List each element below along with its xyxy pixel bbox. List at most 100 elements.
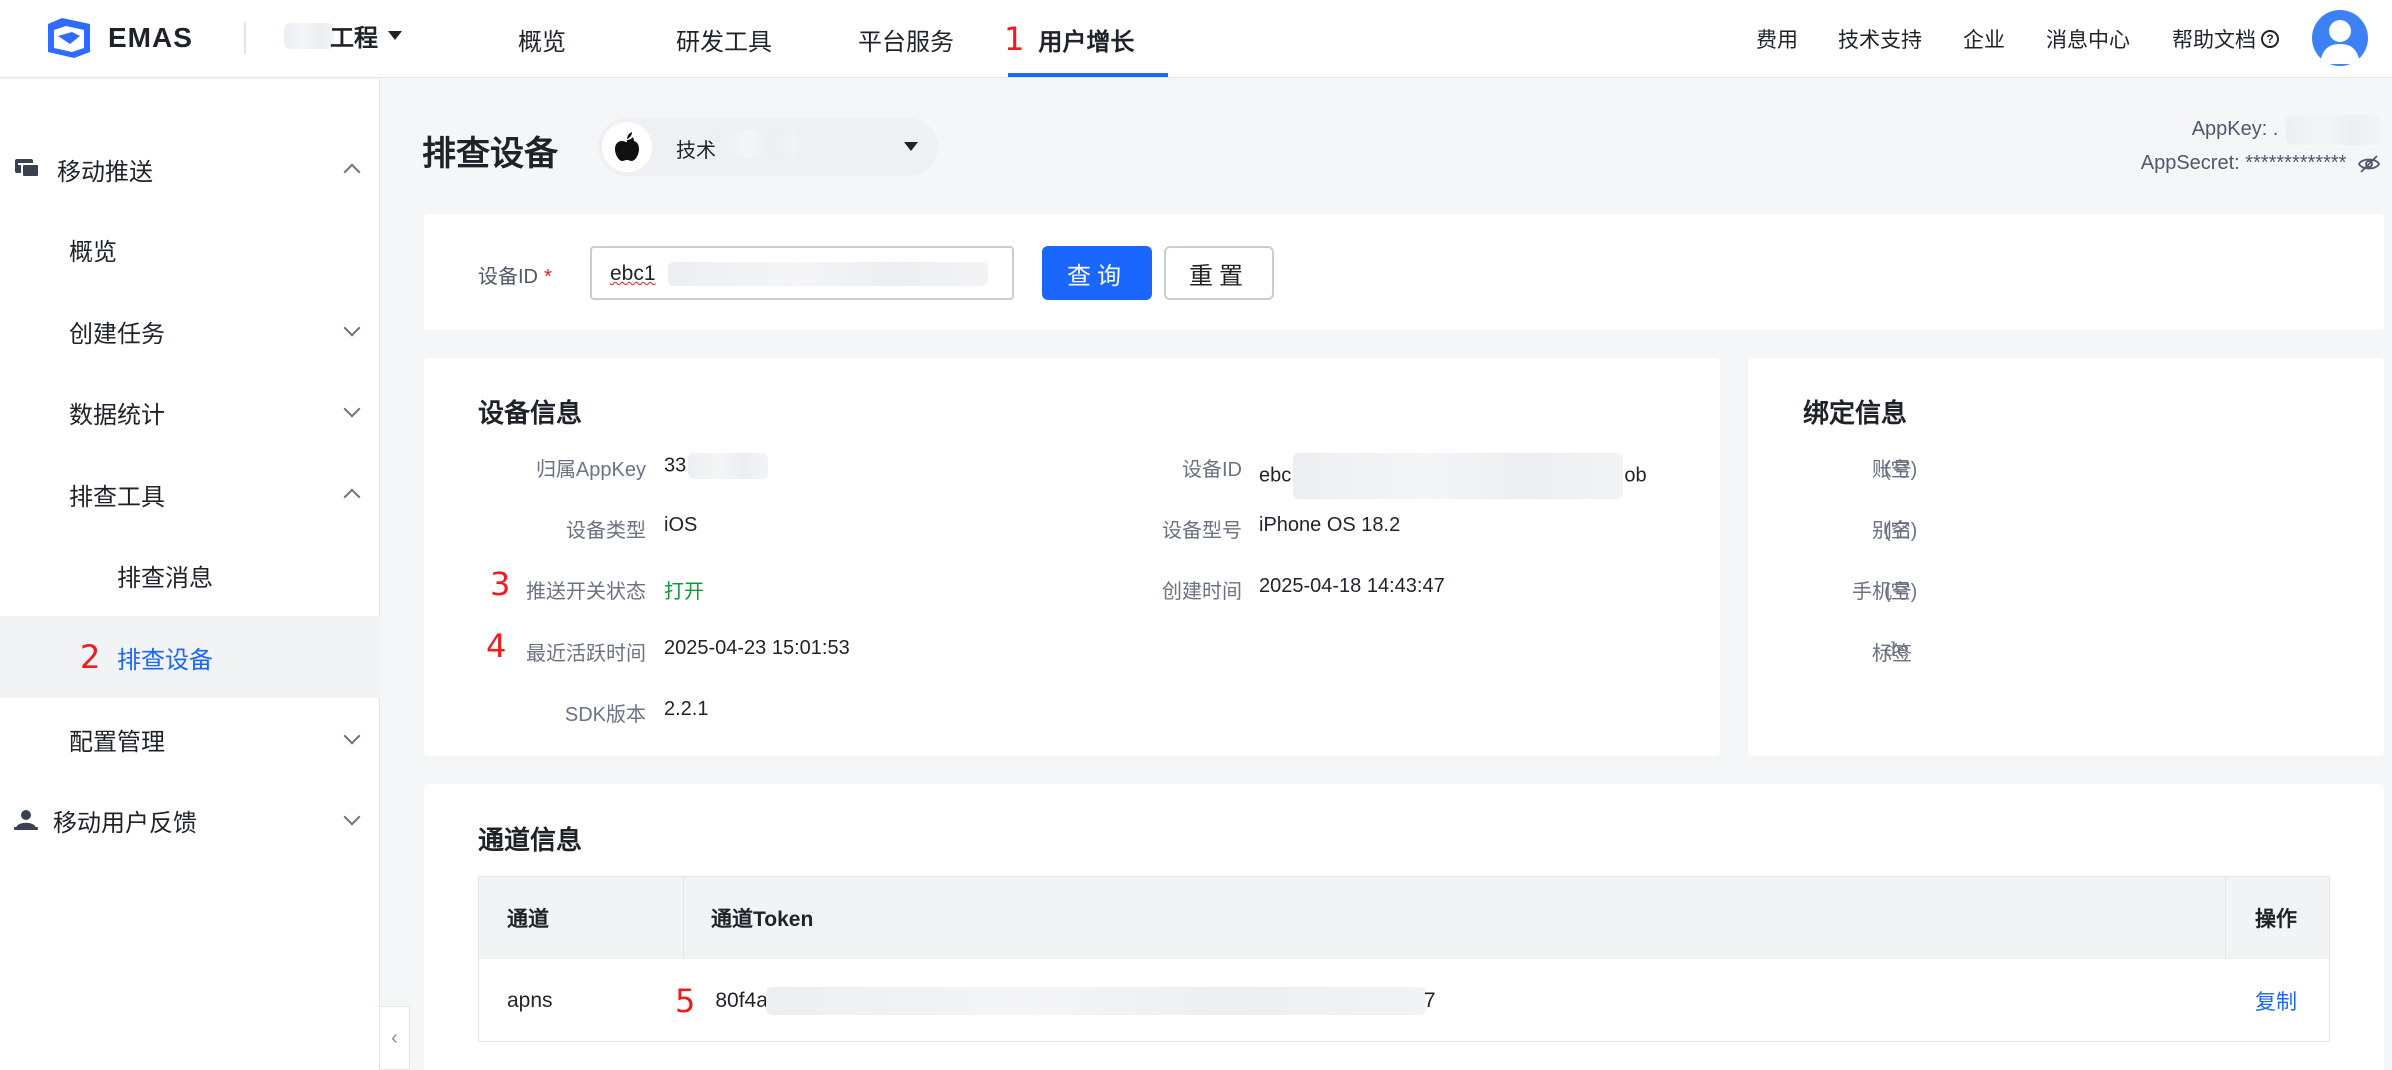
field-label: 归属AppKey <box>535 459 646 481</box>
push-status-value: 打开 <box>664 581 704 603</box>
alias-value: (空) <box>1884 520 1918 542</box>
phone-value: (空) <box>1884 581 1918 603</box>
last-active-value: 2025-04-23 15:01:53 <box>664 637 850 659</box>
sidebar-item-create-task[interactable]: 创建任务 <box>0 290 380 372</box>
nav-label: 平台服务 <box>858 28 954 56</box>
appkey-value: 33 <box>664 453 768 479</box>
chevron-up-icon <box>343 488 361 506</box>
sidebar-group-mobile-feedback[interactable]: 移动用户反馈 <box>0 779 380 861</box>
annotation-marker: 2 <box>80 638 101 676</box>
account-value: (空) <box>1884 459 1918 481</box>
redacted-text <box>765 987 1426 1015</box>
sidebar-collapse-button[interactable]: ‹ <box>380 1006 410 1070</box>
user-avatar-icon <box>2320 20 2360 64</box>
chevron-up-icon <box>343 163 361 181</box>
appkey-row: AppKey: . <box>2141 112 2380 146</box>
redacted-text <box>284 22 334 49</box>
redacted-text <box>716 130 796 158</box>
label-text: 推送开关状态 <box>526 581 646 603</box>
top-divider <box>244 22 246 54</box>
reset-button[interactable]: 重置 <box>1164 246 1274 300</box>
sidebar: 移动推送 概览 创建任务 数据统计 排查工具 排查消息 2 排查设备 配置管理 … <box>0 79 380 1070</box>
nav-label: 研发工具 <box>676 28 772 56</box>
sidebar-item-config-management[interactable]: 配置管理 <box>0 698 380 780</box>
link-label: 消息中心 <box>2046 29 2130 52</box>
device-id-value: ebc ob <box>1259 453 1647 499</box>
appkey-label: AppKey: . <box>2191 118 2279 140</box>
binding-info-title: 绑定信息 <box>1803 398 1908 428</box>
link-help-docs[interactable]: 帮助文档 ? <box>2172 0 2279 78</box>
copy-link[interactable]: 复制 <box>2255 959 2297 1043</box>
push-message-icon <box>15 159 40 178</box>
token-text: 80f4a <box>715 989 768 1012</box>
sidebar-item-troubleshoot-device[interactable]: 2 排查设备 <box>0 616 380 698</box>
push-status-label: 3 推送开关状态 <box>460 565 646 604</box>
caret-down-icon <box>904 142 918 151</box>
sidebar-item-label: 创建任务 <box>69 320 165 348</box>
avatar[interactable] <box>2312 10 2368 66</box>
chevron-down-icon <box>343 400 361 418</box>
column-header-token: 通道Token <box>711 908 814 931</box>
project-switcher[interactable]: 工程 <box>284 18 402 53</box>
annotation-marker: 3 <box>490 565 511 603</box>
sidebar-item-label: 移动推送 <box>57 158 153 186</box>
sidebar-item-troubleshoot-tools[interactable]: 排查工具 <box>0 453 380 535</box>
label-text: 设备ID <box>478 266 538 288</box>
input-value: ebc1 <box>610 262 656 285</box>
value-text: ob <box>1624 464 1647 487</box>
link-label: 技术支持 <box>1838 29 1922 52</box>
app-name: 技术 <box>676 140 716 162</box>
column-divider <box>683 877 684 959</box>
sidebar-group-mobile-push[interactable]: 移动推送 <box>0 128 380 210</box>
value-text: ebc <box>1259 464 1292 487</box>
chevron-down-icon <box>343 727 361 745</box>
last-active-label: 4 最近活跃时间 <box>460 627 646 666</box>
sidebar-item-label: 移动用户反馈 <box>53 809 197 837</box>
device-model-value: iPhone OS 18.2 <box>1259 514 1401 536</box>
eye-off-icon[interactable] <box>2357 155 2381 173</box>
query-button[interactable]: 查询 <box>1042 246 1152 300</box>
appsecret-label: AppSecret: ************* <box>2140 152 2347 174</box>
feedback-user-icon <box>14 810 38 830</box>
nav-dev-tools[interactable]: 研发工具 <box>676 0 772 78</box>
link-billing[interactable]: 费用 <box>1756 0 1798 78</box>
channel-table: 通道 通道Token 操作 apns 5 80f4a 7 复制 <box>478 876 2330 1042</box>
app-selector[interactable]: 技术 <box>598 118 938 176</box>
device-id-label: 设备ID * <box>478 260 552 289</box>
nav-platform-services[interactable]: 平台服务 <box>858 0 954 78</box>
nav-label: 用户增长 <box>1038 28 1135 56</box>
device-info-title: 设备信息 <box>478 398 583 428</box>
link-tech-support[interactable]: 技术支持 <box>1838 0 1922 78</box>
sidebar-item-data-stats[interactable]: 数据统计 <box>0 371 380 453</box>
brand-logo[interactable]: EMAS <box>44 14 193 62</box>
field-label: SDK版本 <box>564 704 646 726</box>
link-message-center[interactable]: 消息中心 <box>2046 0 2130 78</box>
column-header-channel: 通道 <box>507 908 549 931</box>
link-label: 企业 <box>1963 29 2005 52</box>
device-type-value: iOS <box>664 514 698 536</box>
nav-overview[interactable]: 概览 <box>518 0 566 78</box>
sidebar-item-overview[interactable]: 概览 <box>0 208 380 290</box>
field-label: 设备ID <box>1182 459 1242 481</box>
annotation-marker: 1 <box>1004 20 1025 58</box>
emas-logo-icon <box>44 14 94 62</box>
sidebar-item-label: 配置管理 <box>69 728 165 756</box>
channel-cell: apns <box>507 989 553 1012</box>
sidebar-item-label: 概览 <box>69 238 117 266</box>
annotation-marker: 5 <box>675 982 696 1020</box>
channel-info-title: 通道信息 <box>478 825 583 855</box>
nav-user-growth[interactable]: 1 用户增长 <box>1004 0 1134 78</box>
device-info-card <box>424 358 1720 756</box>
link-enterprise[interactable]: 企业 <box>1963 0 2005 78</box>
token-cell: 5 80f4a 7 <box>675 959 1436 1043</box>
column-divider <box>2225 877 2226 959</box>
sidebar-item-troubleshoot-message[interactable]: 排查消息 <box>0 534 380 616</box>
label-text: 最近活跃时间 <box>526 643 646 665</box>
device-id-input[interactable]: ebc1 <box>590 246 1014 300</box>
nav-label: 概览 <box>518 28 566 56</box>
redacted-text <box>668 262 988 286</box>
value-text: 33 <box>664 454 687 477</box>
page-title: 排查设备 <box>422 135 558 173</box>
table-header: 通道 通道Token 操作 <box>479 877 2329 959</box>
required-mark: * <box>544 266 552 288</box>
